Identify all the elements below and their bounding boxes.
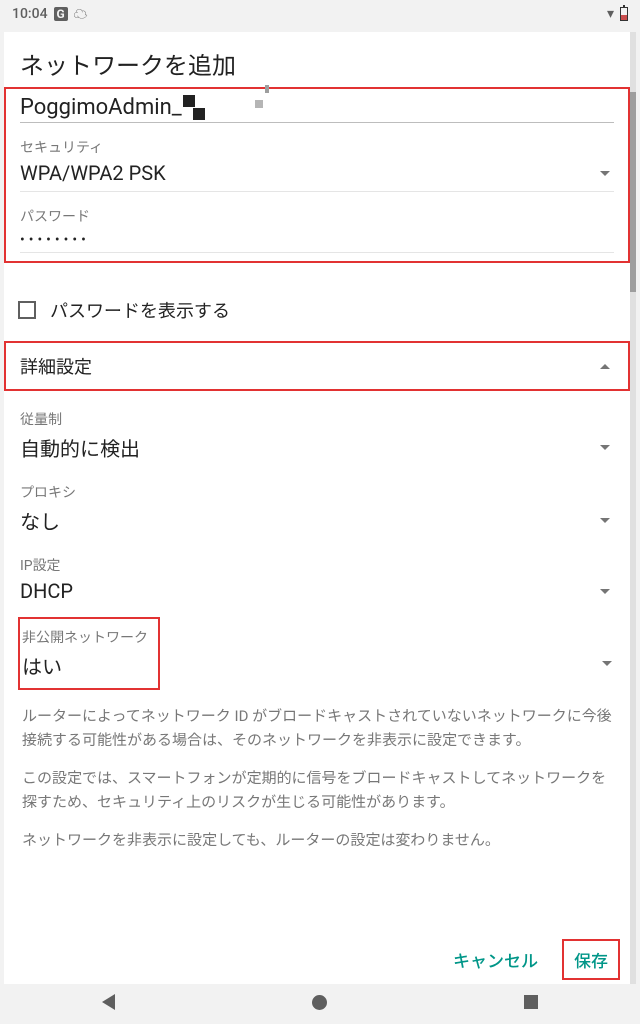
cloud-icon: ☁: [74, 4, 88, 24]
show-password-label: パスワードを表示する: [50, 297, 230, 323]
status-bar: 10:04 G ☁ ▾: [0, 0, 640, 28]
cursor-icon: [255, 93, 269, 112]
google-icon: G: [54, 7, 68, 21]
battery-icon: [620, 7, 628, 21]
hidden-network-value: はい: [22, 651, 62, 680]
wifi-icon: ▾: [607, 6, 614, 22]
status-time: 10:04: [12, 6, 48, 22]
recents-icon[interactable]: [524, 995, 538, 1009]
chevron-down-icon: [600, 445, 610, 450]
proxy-dropdown[interactable]: なし: [20, 502, 614, 545]
highlight-box-save: 保存: [562, 939, 620, 980]
advanced-settings-label: 詳細設定: [20, 353, 92, 379]
checkbox-icon: [18, 301, 36, 319]
highlight-box-network-fields: PoggimoAdmin_ セキュリティ WPA/WPA2 PSK パスワード …: [4, 87, 630, 263]
navigation-bar: [4, 984, 636, 1020]
security-dropdown[interactable]: WPA/WPA2 PSK: [20, 157, 614, 192]
metered-dropdown[interactable]: 自動的に検出: [20, 429, 614, 472]
highlight-box-advanced[interactable]: 詳細設定: [4, 341, 630, 391]
help-text-1: ルーターによってネットワーク ID がブロードキャストされていないネットワークに…: [4, 690, 630, 752]
ssid-input[interactable]: PoggimoAdmin_: [20, 91, 614, 123]
password-input[interactable]: ••••••••: [20, 226, 614, 253]
chevron-up-icon: [600, 364, 610, 369]
ip-value: DHCP: [20, 579, 73, 603]
proxy-label: プロキシ: [20, 472, 614, 502]
chevron-down-icon: [600, 518, 610, 523]
chevron-down-icon: [600, 171, 610, 176]
security-value: WPA/WPA2 PSK: [20, 161, 166, 185]
ssid-value: PoggimoAdmin_: [20, 95, 182, 120]
proxy-value: なし: [20, 506, 60, 535]
help-text-3: ネットワークを非表示に設定しても、ルーターの設定は変わりません。: [4, 814, 630, 852]
back-icon[interactable]: [102, 994, 115, 1010]
security-label: セキュリティ: [20, 123, 614, 157]
page-title: ネットワークを追加: [4, 32, 630, 87]
save-button[interactable]: 保存: [574, 952, 608, 972]
password-label: パスワード: [20, 192, 614, 226]
dialog: ネットワークを追加 PoggimoAdmin_ セキュリティ WPA/WPA2 …: [4, 32, 636, 1020]
cancel-button[interactable]: キャンセル: [441, 939, 550, 980]
chevron-down-icon: [602, 661, 612, 666]
help-text-2: この設定では、スマートフォンが定期的に信号をブロードキャストしてネットワークを探…: [4, 752, 630, 814]
home-icon[interactable]: [312, 995, 327, 1010]
metered-label: 従量制: [20, 399, 614, 429]
ip-label: IP設定: [20, 545, 614, 575]
show-password-checkbox[interactable]: パスワードを表示する: [4, 263, 630, 341]
chevron-down-icon: [600, 589, 610, 594]
ip-dropdown[interactable]: DHCP: [20, 575, 614, 613]
redacted-icon: [183, 95, 205, 120]
highlight-box-hidden: 非公開ネットワーク はい: [18, 617, 160, 690]
hidden-network-dropdown[interactable]: はい: [22, 647, 156, 680]
metered-value: 自動的に検出: [20, 433, 140, 462]
hidden-network-label: 非公開ネットワーク: [22, 627, 156, 647]
